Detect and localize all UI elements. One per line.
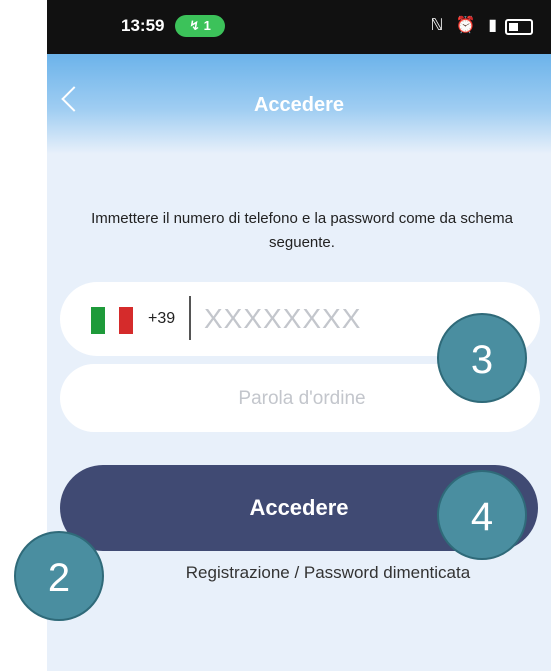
annotation-badge-3: 3 (437, 313, 527, 403)
annotation-badge-4: 4 (437, 470, 527, 560)
field-divider (189, 296, 191, 340)
notification-pill-text: ↯ 1 (189, 18, 211, 33)
italy-flag-icon[interactable] (91, 307, 133, 334)
app-header: Accedere (47, 54, 551, 154)
flag-green-stripe (91, 307, 105, 334)
battery-icon (505, 19, 533, 35)
status-bar: 13:59 ↯ 1 ℕ ⏰ ▮ (47, 0, 551, 54)
signal-icon: ▮ (488, 17, 501, 34)
register-forgot-link[interactable]: Registrazione / Password dimenticata (123, 563, 533, 583)
notification-pill: ↯ 1 (175, 15, 225, 37)
flag-red-stripe (119, 307, 133, 334)
nfc-icon: ℕ (430, 17, 448, 34)
flag-white-stripe (105, 307, 119, 334)
alarm-icon: ⏰ (455, 17, 480, 34)
annotation-badge-2: 2 (14, 531, 104, 621)
system-icons: ℕ ⏰ ▮ (431, 15, 501, 35)
status-time: 13:59 (121, 16, 165, 35)
page-title: Accedere (253, 94, 345, 116)
country-code[interactable]: +39 (148, 310, 175, 328)
instructions-text: Immettere il numero di telefono e la pas… (91, 210, 513, 251)
